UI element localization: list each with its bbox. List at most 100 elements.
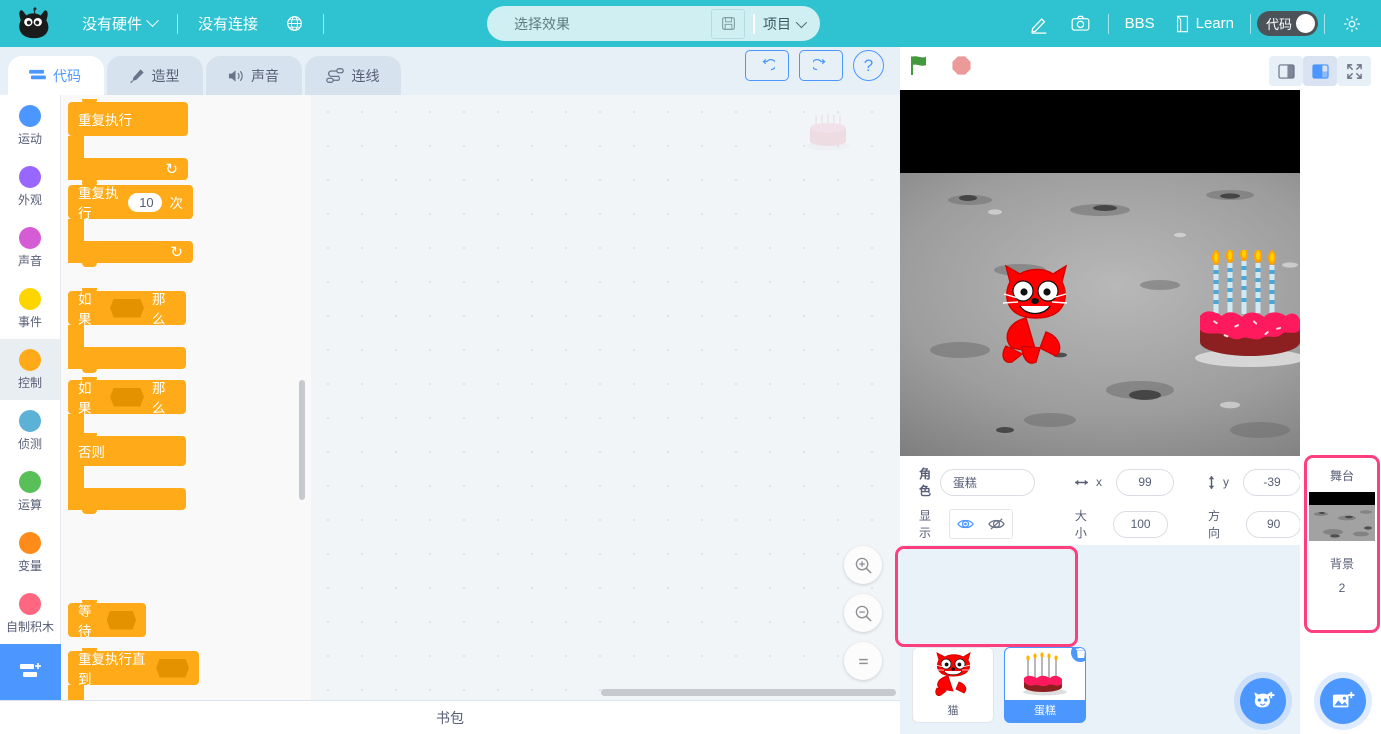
large-stage-button[interactable] — [1303, 56, 1337, 86]
block-repeat-until-header[interactable]: 重复执行直到 — [68, 648, 199, 687]
block-wait-until-header[interactable]: 等待 — [68, 600, 146, 639]
green-flag-button[interactable] — [906, 51, 936, 81]
fullscreen-button[interactable] — [1337, 56, 1371, 86]
category-control[interactable]: 控制 — [0, 339, 60, 400]
category-motion[interactable]: 运动 — [0, 95, 60, 156]
bbs-link[interactable]: BBS — [1115, 15, 1165, 32]
screenshot-button[interactable] — [1060, 0, 1102, 47]
block-palette[interactable]: 重复执行 ↻ 重复执行 10 次 ↻ 如果 那么 如果 那么 否则 等待 重复执… — [61, 95, 311, 700]
block-category-sidebar: 运动 外观 声音 事件 控制 侦测 运算 变量 自制积木 — [0, 95, 61, 700]
code-mode-toggle[interactable]: 代码 — [1256, 11, 1318, 36]
tab-sounds[interactable]: 声音 — [206, 56, 302, 95]
sprite-direction-input[interactable]: 90 — [1246, 510, 1302, 538]
block-forever-header[interactable]: 重复执行 — [68, 99, 188, 136]
tab-costumes-label: 造型 — [151, 67, 180, 84]
hide-sprite-button[interactable] — [980, 510, 1012, 538]
zoom-out-button[interactable] — [844, 594, 882, 632]
sprite-x-input[interactable]: 99 — [1116, 468, 1174, 496]
block-if-else-header[interactable]: 如果 那么 — [68, 377, 186, 416]
block-if-else[interactable]: 如果 那么 否则 — [68, 377, 186, 514]
project-menu[interactable]: 项目 — [763, 14, 820, 34]
category-sensing[interactable]: 侦测 — [0, 400, 60, 461]
category-sound[interactable]: 声音 — [0, 217, 60, 278]
block-forever[interactable]: 重复执行 ↻ — [68, 99, 188, 184]
backpack-bar[interactable]: 书包 — [0, 700, 900, 734]
stop-button[interactable] — [946, 51, 976, 81]
palette-scrollbar[interactable] — [299, 380, 305, 500]
help-label: ? — [863, 55, 874, 75]
tab-costumes[interactable]: 造型 — [107, 56, 203, 95]
add-extension-button[interactable] — [0, 644, 61, 700]
app-logo[interactable] — [0, 6, 68, 41]
hardware-menu[interactable]: 没有硬件 — [68, 0, 171, 47]
repeat-count-input[interactable]: 10 — [128, 192, 162, 212]
settings-button[interactable] — [1331, 0, 1373, 47]
block-repeat-header[interactable]: 重复执行 10 次 — [68, 182, 193, 221]
sprite-info-row-1: 角色 蛋糕 x 99 y -39 — [901, 461, 1301, 503]
sprite-card-cat[interactable]: 猫 — [912, 647, 994, 723]
category-color-dot — [19, 165, 41, 188]
scratch-cat-sprite[interactable] — [996, 260, 1073, 370]
birthday-cake-sprite[interactable] — [1190, 250, 1310, 370]
add-sprite-button[interactable] — [1240, 678, 1286, 724]
chevron-down-icon — [795, 16, 808, 28]
sprite-visibility-toggle — [948, 509, 1013, 539]
tab-code[interactable]: 代码 — [8, 56, 104, 95]
sprite-size-input[interactable]: 100 — [1113, 510, 1168, 538]
effect-search-placeholder[interactable]: 选择效果 — [487, 14, 711, 34]
learn-link[interactable]: Learn — [1165, 15, 1244, 33]
save-button[interactable] — [711, 8, 745, 39]
boolean-slot[interactable] — [156, 658, 189, 678]
category-events[interactable]: 事件 — [0, 278, 60, 339]
boolean-slot[interactable] — [106, 610, 136, 630]
eye-icon — [957, 519, 974, 529]
category-label: 声音 — [17, 253, 42, 268]
sprite-thumbnail — [913, 648, 993, 700]
menu-divider-1 — [177, 13, 179, 34]
trash-icon — [1075, 648, 1085, 658]
block-if-then[interactable]: 如果 那么 — [68, 288, 186, 373]
sprite-direction-group: 方向 90 — [1208, 507, 1302, 541]
undo-button[interactable] — [745, 50, 789, 81]
menu-divider-2 — [323, 13, 325, 34]
connection-menu[interactable]: 没有连接 — [184, 0, 272, 47]
category-variables[interactable]: 变量 — [0, 522, 60, 583]
block-repeat[interactable]: 重复执行 10 次 ↻ — [68, 182, 193, 267]
block-wait-until[interactable]: 等待 — [68, 600, 146, 639]
workspace-horizontal-scrollbar[interactable] — [601, 689, 896, 696]
block-repeat-until[interactable]: 重复执行直到 ↻ — [68, 648, 199, 700]
stage-selector-panel[interactable]: 舞台 背景 2 — [1307, 458, 1377, 630]
block-else-header: 否则 — [68, 433, 186, 466]
large-stage-icon — [1311, 63, 1329, 79]
block-if-then-arm — [68, 325, 84, 347]
add-backdrop-button[interactable] — [1320, 678, 1366, 724]
sprite-name-input[interactable]: 蛋糕 — [939, 468, 1035, 496]
sprite-x-group: x 99 — [1073, 468, 1174, 496]
code-workspace[interactable] — [311, 95, 900, 700]
zoom-in-button[interactable] — [844, 546, 882, 584]
block-forever-foot: ↻ — [68, 158, 188, 184]
language-button[interactable] — [272, 0, 317, 47]
sprite-visibility-label: 显示 — [919, 509, 932, 540]
tab-wiring[interactable]: 连线 — [305, 56, 401, 95]
sprite-y-input[interactable]: -39 — [1243, 468, 1301, 496]
edit-button[interactable] — [1018, 0, 1060, 47]
block-if-then-header[interactable]: 如果 那么 — [68, 288, 186, 327]
redo-button[interactable] — [799, 50, 843, 81]
camera-icon — [1071, 15, 1090, 31]
show-sprite-button[interactable] — [949, 510, 981, 538]
category-my-blocks[interactable]: 自制积木 — [0, 583, 60, 644]
small-stage-icon — [1277, 63, 1295, 79]
boolean-slot[interactable] — [110, 387, 144, 407]
small-stage-button[interactable] — [1269, 56, 1303, 86]
sprite-card-cake[interactable]: 蛋糕 — [1004, 647, 1086, 723]
category-label: 事件 — [17, 314, 42, 329]
birthday-cake-thumb — [1023, 652, 1067, 696]
boolean-slot[interactable] — [110, 298, 144, 318]
help-button[interactable]: ? — [853, 50, 884, 81]
category-looks[interactable]: 外观 — [0, 156, 60, 217]
category-operators[interactable]: 运算 — [0, 461, 60, 522]
add-backdrop-image-icon — [1332, 691, 1355, 708]
block-repeat-label: 重复执行 — [78, 186, 119, 221]
zoom-reset-button[interactable] — [844, 642, 882, 680]
